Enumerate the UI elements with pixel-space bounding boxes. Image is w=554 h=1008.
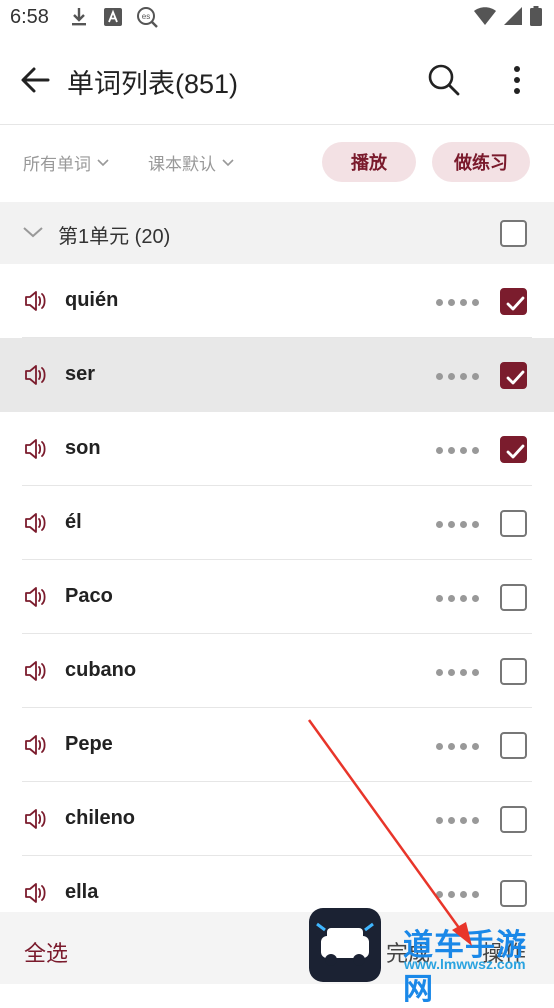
- chevron-down-icon: [23, 227, 43, 238]
- word-checkbox[interactable]: [500, 732, 527, 759]
- word-row[interactable]: son: [0, 412, 554, 486]
- unit-title: 第1单元 (20): [58, 226, 171, 248]
- word-row[interactable]: Pepe: [0, 708, 554, 782]
- order-filter[interactable]: 课本默认: [148, 150, 234, 175]
- word-row[interactable]: Paco: [0, 560, 554, 634]
- unit-header[interactable]: 第1单元 (20): [0, 202, 554, 264]
- word-text: cubano: [65, 659, 137, 681]
- proficiency-dots: [436, 891, 479, 898]
- word-checkbox[interactable]: [500, 510, 527, 537]
- word-checkbox[interactable]: [500, 436, 527, 463]
- speaker-icon[interactable]: [24, 364, 48, 386]
- speaker-icon[interactable]: [24, 808, 48, 830]
- word-text: él: [65, 511, 82, 533]
- word-checkbox[interactable]: [500, 880, 527, 907]
- app-bar: 单词列表(851): [0, 40, 554, 125]
- svg-text:es: es: [142, 12, 150, 21]
- word-checkbox[interactable]: [500, 584, 527, 611]
- unit-checkbox[interactable]: [500, 220, 527, 247]
- proficiency-dots: [436, 447, 479, 454]
- proficiency-dots: [436, 669, 479, 676]
- practice-button[interactable]: 做练习: [432, 142, 530, 182]
- page-title: 单词列表(851): [67, 69, 239, 99]
- chevron-down-icon: [97, 158, 109, 166]
- word-checkbox[interactable]: [500, 288, 527, 315]
- proficiency-dots: [436, 595, 479, 602]
- proficiency-dots: [436, 743, 479, 750]
- word-row[interactable]: chileno: [0, 782, 554, 856]
- proficiency-dots: [436, 521, 479, 528]
- select-all-button[interactable]: 全选: [24, 936, 68, 968]
- status-time: 6:58: [10, 6, 49, 28]
- speaker-icon[interactable]: [24, 586, 48, 608]
- more-vertical-icon: [514, 66, 520, 94]
- word-row[interactable]: ser: [0, 338, 554, 412]
- speaker-icon[interactable]: [24, 512, 48, 534]
- speaker-icon[interactable]: [24, 438, 48, 460]
- font-a-icon: [102, 6, 124, 28]
- search-icon: [428, 64, 460, 96]
- word-text: Pepe: [65, 733, 113, 755]
- back-button[interactable]: [18, 62, 54, 98]
- status-bar: 6:58 es: [0, 0, 554, 40]
- chevron-down-icon: [222, 158, 234, 166]
- proficiency-dots: [436, 373, 479, 380]
- search-button[interactable]: [424, 60, 464, 100]
- battery-icon: [530, 6, 542, 31]
- speaker-icon[interactable]: [24, 290, 48, 312]
- speaker-icon[interactable]: [24, 734, 48, 756]
- signal-icon: [504, 7, 522, 30]
- play-button[interactable]: 播放: [322, 142, 416, 182]
- proficiency-dots: [436, 817, 479, 824]
- word-text: son: [65, 437, 101, 459]
- proficiency-dots: [436, 299, 479, 306]
- download-icon: [68, 6, 90, 28]
- arrow-left-icon: [21, 67, 50, 93]
- watermark-logo: [309, 908, 381, 982]
- word-row[interactable]: él: [0, 486, 554, 560]
- filter-bar: 所有单词 课本默认 播放 做练习: [0, 124, 554, 202]
- word-text: Paco: [65, 585, 113, 607]
- word-text: chileno: [65, 807, 136, 829]
- wifi-icon: [474, 7, 496, 30]
- scope-filter-label: 所有单词: [23, 155, 91, 174]
- order-filter-label: 课本默认: [148, 155, 216, 174]
- word-text: quién: [65, 289, 119, 311]
- more-button[interactable]: [500, 60, 534, 100]
- word-checkbox[interactable]: [500, 806, 527, 833]
- word-checkbox[interactable]: [500, 362, 527, 389]
- speaker-icon[interactable]: [24, 882, 48, 904]
- scope-filter[interactable]: 所有单词: [23, 150, 109, 175]
- word-row[interactable]: cubano: [0, 634, 554, 708]
- watermark-url: www.lmwwsz.com: [404, 956, 526, 972]
- speaker-icon[interactable]: [24, 660, 48, 682]
- word-text: ser: [65, 363, 96, 385]
- word-row[interactable]: quién: [0, 264, 554, 338]
- word-text: ella: [65, 881, 99, 903]
- es-search-icon: es: [136, 6, 158, 28]
- word-checkbox[interactable]: [500, 658, 527, 685]
